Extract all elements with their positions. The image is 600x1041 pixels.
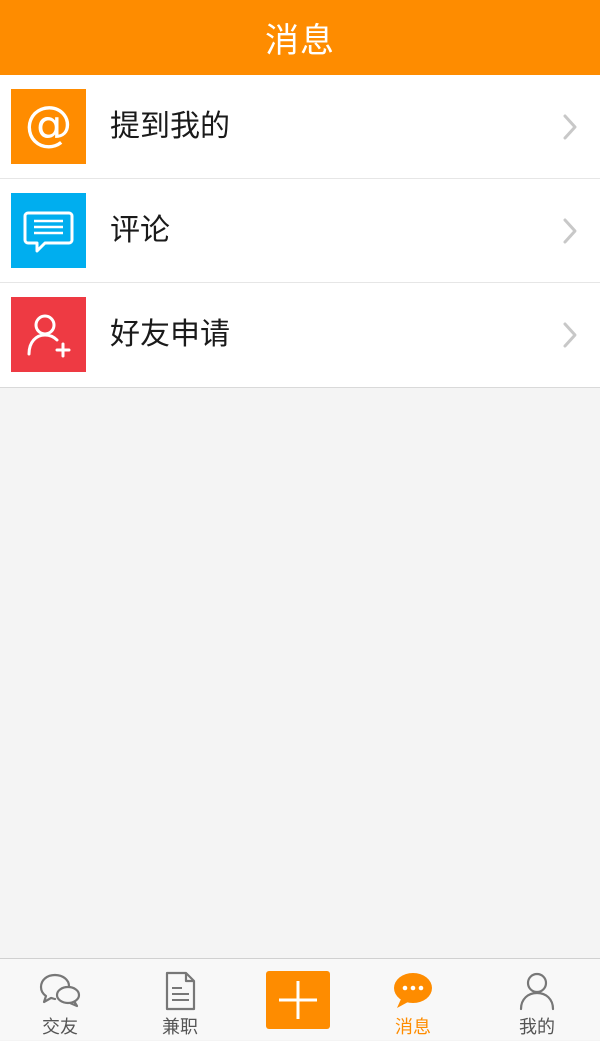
header-bar: 消息 — [0, 0, 600, 75]
tab-label: 消息 — [395, 1017, 431, 1038]
add-button[interactable] — [266, 971, 330, 1029]
page-title: 消息 — [265, 21, 335, 61]
tab-label: 我的 — [519, 1017, 555, 1038]
list-item-label: 评论 — [110, 213, 170, 248]
document-icon — [158, 971, 202, 1011]
chevron-right-icon — [563, 114, 577, 140]
message-dots-icon — [391, 971, 435, 1011]
list-item-mentions[interactable]: @ 提到我的 — [0, 75, 600, 179]
tab-messages[interactable]: 消息 — [353, 959, 473, 1041]
svg-text:@: @ — [25, 96, 73, 152]
tab-friends[interactable]: 交友 — [0, 959, 120, 1041]
message-category-list: @ 提到我的 评论 好友申请 — [0, 75, 600, 388]
list-item-label: 提到我的 — [110, 109, 230, 144]
user-icon — [515, 971, 559, 1011]
at-sign-icon: @ — [11, 89, 86, 164]
tab-label: 兼职 — [162, 1017, 198, 1038]
chat-bubbles-icon — [38, 971, 82, 1011]
list-item-friend-requests[interactable]: 好友申请 — [0, 283, 600, 387]
bottom-tab-bar: 交友 兼职 消息 我的 — [0, 958, 600, 1040]
tab-profile[interactable]: 我的 — [477, 959, 597, 1041]
add-friend-icon — [11, 297, 86, 372]
chevron-right-icon — [563, 322, 577, 348]
list-item-label: 好友申请 — [110, 317, 230, 352]
chevron-right-icon — [563, 218, 577, 244]
comment-icon — [11, 193, 86, 268]
plus-icon — [279, 981, 317, 1019]
tab-part-time[interactable]: 兼职 — [120, 959, 240, 1041]
list-item-comments[interactable]: 评论 — [0, 179, 600, 283]
tab-label: 交友 — [42, 1017, 78, 1038]
